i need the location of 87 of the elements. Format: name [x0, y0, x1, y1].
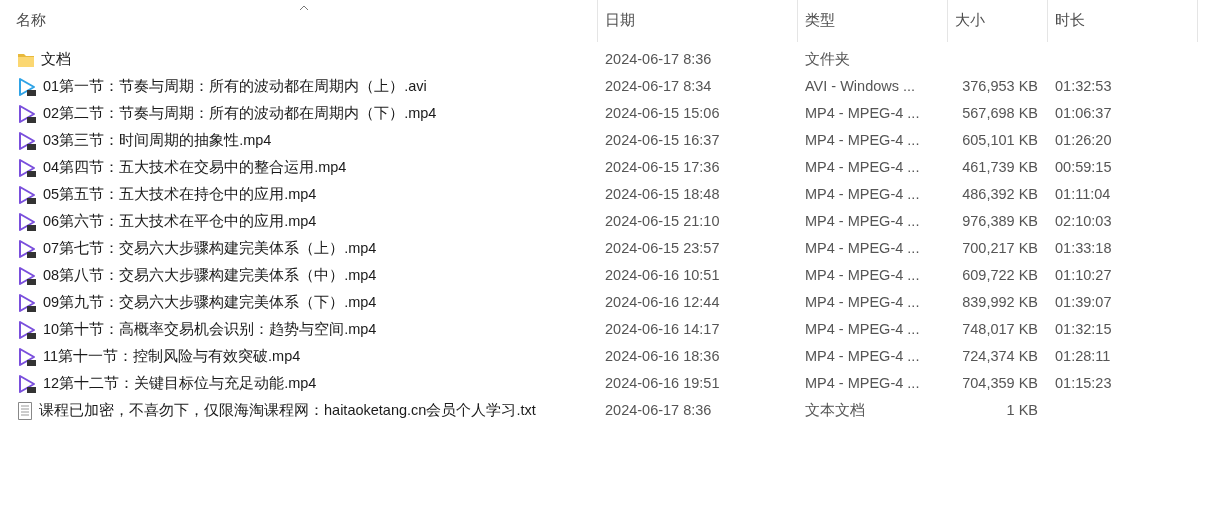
size-cell: 376,953 KB	[962, 77, 1038, 94]
column-header[interactable]: 大小	[948, 0, 1048, 42]
size-cell: 1 KB	[1006, 401, 1038, 418]
column-header[interactable]: 名称	[0, 0, 598, 42]
video-file-icon	[17, 265, 37, 286]
size-cell: 567,698 KB	[962, 104, 1038, 121]
date-cell: 2024-06-17 8:36	[605, 401, 712, 418]
type-cell: MP4 - MPEG-4 ...	[805, 320, 920, 337]
file-name[interactable]: 05第五节：五大技术在持仓中的应用.mp4	[43, 183, 317, 206]
duration-cell: 01:10:27	[1055, 266, 1112, 283]
size-cell: 461,739 KB	[962, 158, 1038, 175]
date-cell: 2024-06-17 8:36	[605, 50, 712, 67]
file-name[interactable]: 09第九节：交易六大步骤构建完美体系（下）.mp4	[43, 291, 377, 314]
duration-cell: 00:59:15	[1055, 158, 1112, 175]
column-header[interactable]: 类型	[798, 0, 948, 42]
date-cell: 2024-06-15 16:37	[605, 131, 720, 148]
type-cell: 文件夹	[805, 50, 850, 67]
file-name[interactable]: 11第十一节：控制风险与有效突破.mp4	[43, 345, 301, 368]
date-cell: 2024-06-16 10:51	[605, 266, 720, 283]
type-cell: MP4 - MPEG-4 ...	[805, 347, 920, 364]
size-cell: 486,392 KB	[962, 185, 1038, 202]
file-name[interactable]: 07第七节：交易六大步骤构建完美体系（上）.mp4	[43, 237, 377, 260]
size-cell: 748,017 KB	[962, 320, 1038, 337]
type-cell: MP4 - MPEG-4 ...	[805, 266, 920, 283]
size-cell: 700,217 KB	[962, 239, 1038, 256]
type-cell: MP4 - MPEG-4 ...	[805, 374, 920, 391]
duration-cell: 01:15:23	[1055, 374, 1112, 391]
video-file-icon	[17, 157, 37, 178]
date-cell: 2024-06-15 21:10	[605, 212, 720, 229]
duration-cell: 01:32:15	[1055, 320, 1112, 337]
video-file-icon	[17, 238, 37, 259]
size-cell: 976,389 KB	[962, 212, 1038, 229]
size-cell: 839,992 KB	[962, 293, 1038, 310]
date-cell: 2024-06-15 18:48	[605, 185, 720, 202]
type-cell: MP4 - MPEG-4 ...	[805, 104, 920, 121]
video-file-icon	[17, 184, 37, 205]
file-name[interactable]: 08第八节：交易六大步骤构建完美体系（中）.mp4	[43, 264, 377, 287]
file-name[interactable]: 12第十二节：关键目标位与充足动能.mp4	[43, 372, 317, 395]
duration-cell: 02:10:03	[1055, 212, 1112, 229]
type-cell: MP4 - MPEG-4 ...	[805, 239, 920, 256]
column-header[interactable]: 时长	[1048, 0, 1198, 42]
duration-cell: 01:39:07	[1055, 293, 1112, 310]
column-header[interactable]: 日期	[598, 0, 798, 42]
date-cell: 2024-06-16 14:17	[605, 320, 720, 337]
video-file-icon	[17, 319, 37, 340]
duration-cell: 01:26:20	[1055, 131, 1112, 148]
date-cell: 2024-06-16 18:36	[605, 347, 720, 364]
date-cell: 2024-06-15 17:36	[605, 158, 720, 175]
video-file-icon	[17, 76, 37, 97]
duration-cell: 01:28:11	[1055, 347, 1111, 364]
video-file-icon	[17, 103, 37, 124]
size-cell: 724,374 KB	[962, 347, 1038, 364]
type-cell: MP4 - MPEG-4 ...	[805, 212, 920, 229]
date-cell: 2024-06-16 12:44	[605, 293, 720, 310]
duration-cell: 01:32:53	[1055, 77, 1112, 94]
date-cell: 2024-06-17 8:34	[605, 77, 712, 94]
type-cell: MP4 - MPEG-4 ...	[805, 185, 920, 202]
file-name[interactable]: 03第三节：时间周期的抽象性.mp4	[43, 129, 272, 152]
video-file-icon	[17, 373, 37, 394]
date-cell: 2024-06-15 15:06	[605, 104, 720, 121]
video-file-icon	[17, 346, 37, 367]
video-file-icon	[17, 130, 37, 151]
video-file-icon	[17, 292, 37, 313]
type-cell: MP4 - MPEG-4 ...	[805, 131, 920, 148]
text-file-icon	[17, 400, 33, 421]
size-cell: 704,359 KB	[962, 374, 1038, 391]
date-cell: 2024-06-16 19:51	[605, 374, 720, 391]
date-cell: 2024-06-15 23:57	[605, 239, 720, 256]
file-name[interactable]: 02第二节：节奏与周期：所有的波动都在周期内（下）.mp4	[43, 102, 437, 125]
file-name[interactable]: 06第六节：五大技术在平仓中的应用.mp4	[43, 210, 317, 233]
file-name[interactable]: 04第四节：五大技术在交易中的整合运用.mp4	[43, 156, 347, 179]
type-cell: MP4 - MPEG-4 ...	[805, 293, 920, 310]
file-name[interactable]: 课程已加密，不喜勿下，仅限海淘课程网：haitaoketang.cn会员个人学习.txt	[39, 399, 536, 422]
file-name[interactable]: 10第十节：高概率交易机会识别：趋势与空间.mp4	[43, 318, 377, 341]
file-name[interactable]: 01第一节：节奏与周期：所有的波动都在周期内（上）.avi	[43, 75, 427, 98]
type-cell: MP4 - MPEG-4 ...	[805, 158, 920, 175]
folder-icon	[17, 51, 35, 68]
file-name[interactable]: 文档	[41, 48, 71, 71]
type-cell: 文本文档	[805, 401, 865, 418]
video-file-icon	[17, 211, 37, 232]
duration-cell: 01:06:37	[1055, 104, 1112, 121]
size-cell: 609,722 KB	[962, 266, 1038, 283]
duration-cell: 01:33:18	[1055, 239, 1112, 256]
sort-ascending-icon	[298, 5, 309, 11]
duration-cell: 01:11:04	[1055, 185, 1111, 202]
type-cell: AVI - Windows ...	[805, 77, 916, 94]
size-cell: 605,101 KB	[962, 131, 1038, 148]
